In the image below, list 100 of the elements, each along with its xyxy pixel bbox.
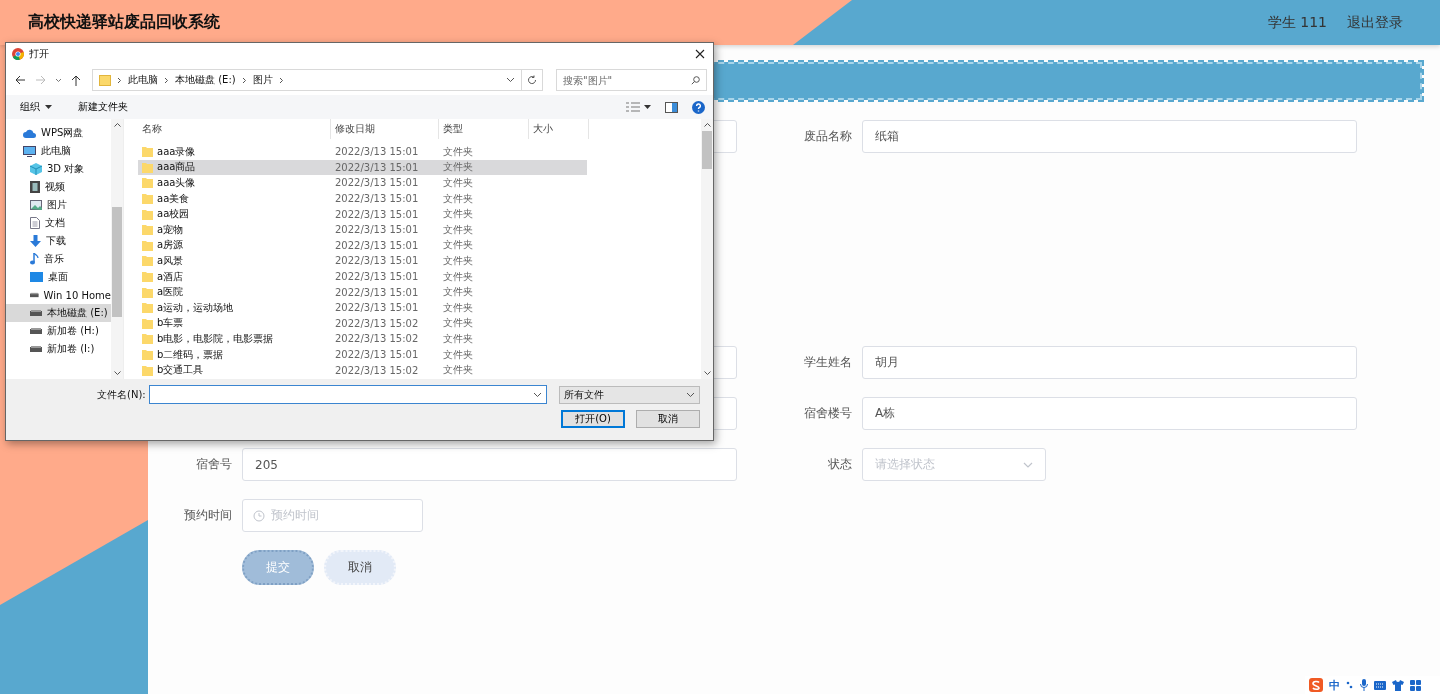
scrollbar-thumb[interactable]	[112, 207, 122, 317]
microphone-icon[interactable]	[1360, 679, 1368, 691]
file-date: 2022/3/13 15:01	[334, 146, 420, 158]
file-row[interactable]: b二维码，票据 2022/3/13 15:01 文件夹	[138, 346, 587, 363]
caret-down-icon[interactable]	[644, 105, 651, 109]
file-name-field[interactable]	[148, 385, 548, 404]
nav-item[interactable]: 新加卷 (I:)	[6, 340, 111, 358]
cube-icon	[30, 163, 42, 175]
scroll-up-icon[interactable]	[113, 123, 121, 127]
folder-icon	[142, 193, 153, 205]
new-folder-button[interactable]: 新建文件夹	[72, 100, 134, 114]
nav-item[interactable]: 本地磁盘 (E:)	[6, 304, 111, 322]
nav-item[interactable]: 下载	[6, 232, 111, 250]
folder-icon	[142, 286, 153, 298]
file-name: a酒店	[157, 269, 184, 284]
shirt-icon[interactable]	[1392, 679, 1404, 691]
folder-icon	[142, 349, 153, 360]
nav-item[interactable]: 新加卷 (H:)	[6, 322, 111, 340]
column-header[interactable]: 类型	[439, 119, 529, 139]
nav-item[interactable]: 桌面	[6, 268, 111, 286]
help-icon[interactable]	[692, 100, 705, 114]
punctuation-icon[interactable]	[1346, 680, 1354, 690]
file-row[interactable]: b交通工具 2022/3/13 15:02 文件夹	[138, 362, 587, 378]
search-field[interactable]: 搜索"图片"	[556, 69, 707, 91]
folder-icon	[142, 224, 153, 236]
file-row[interactable]: a宠物 2022/3/13 15:01 文件夹	[138, 221, 587, 238]
scrollbar-thumb[interactable]	[702, 131, 712, 169]
file-name: aaa录像	[157, 144, 196, 159]
up-arrow-icon[interactable]	[71, 74, 81, 86]
file-date: 2022/3/13 15:01	[334, 271, 420, 283]
open-button[interactable]: 打开(O)	[561, 410, 625, 428]
chevron-right-icon	[164, 76, 169, 84]
refresh-button[interactable]	[521, 69, 543, 91]
scrollbar[interactable]	[111, 119, 123, 379]
chevron-down-icon[interactable]	[533, 392, 543, 398]
file-row[interactable]: a酒店 2022/3/13 15:01 文件夹	[138, 268, 587, 285]
nav-item[interactable]: 视频	[6, 178, 111, 196]
scroll-up-icon[interactable]	[703, 123, 711, 127]
file-date: 2022/3/13 15:02	[334, 364, 420, 376]
column-header[interactable]: 大小	[529, 119, 589, 139]
organize-menu[interactable]: 组织	[14, 100, 58, 114]
cancel-button[interactable]: 取消	[636, 410, 700, 428]
file-type: 文件夹	[442, 269, 474, 284]
text-field[interactable]: A栋	[862, 397, 1357, 430]
file-row[interactable]: a风景 2022/3/13 15:01 文件夹	[138, 253, 587, 269]
file-row[interactable]: aaa头像 2022/3/13 15:01 文件夹	[138, 175, 587, 191]
nav-item[interactable]: Win 10 Home	[6, 286, 111, 304]
text-field[interactable]: 纸箱	[862, 120, 1357, 153]
nav-item[interactable]: 3D 对象	[6, 160, 111, 178]
chevron-down-icon[interactable]	[506, 77, 515, 83]
file-type-select[interactable]: 所有文件	[559, 385, 700, 404]
text-field[interactable]: 205	[242, 448, 737, 481]
file-row[interactable]: a运动，运动场地 2022/3/13 15:01 文件夹	[138, 299, 587, 316]
scroll-down-icon[interactable]	[703, 371, 711, 375]
file-row[interactable]: aa校园 2022/3/13 15:01 文件夹	[138, 206, 587, 222]
file-name: b车票	[157, 316, 184, 331]
file-type: 文件夹	[442, 331, 474, 346]
drive-icon	[30, 346, 42, 352]
nav-item[interactable]: 文档	[6, 214, 111, 232]
chevron-down-icon[interactable]	[55, 77, 62, 83]
scrollbar[interactable]	[701, 119, 713, 379]
nav-item[interactable]: 图片	[6, 196, 111, 214]
file-row[interactable]: aa美食 2022/3/13 15:01 文件夹	[138, 190, 587, 207]
file-row[interactable]: a医院 2022/3/13 15:01 文件夹	[138, 284, 587, 300]
file-type: 文件夹	[442, 176, 474, 190]
file-row[interactable]: aaa商品 2022/3/13 15:01 文件夹	[138, 159, 587, 176]
preview-pane-icon[interactable]	[665, 101, 678, 113]
column-header[interactable]: 修改日期	[331, 119, 439, 139]
file-date: 2022/3/13 15:01	[334, 349, 420, 360]
close-icon[interactable]	[695, 49, 705, 59]
file-name: aaa商品	[157, 160, 196, 175]
input-mode-indicator[interactable]: 中	[1329, 677, 1340, 693]
nav-item[interactable]: WPS网盘	[6, 124, 111, 142]
breadcrumb-item[interactable]: 此电脑	[128, 73, 158, 87]
file-row[interactable]: a房源 2022/3/13 15:01 文件夹	[138, 237, 587, 254]
column-header[interactable]: 名称	[138, 119, 331, 139]
nav-item[interactable]: 音乐	[6, 250, 111, 268]
address-bar[interactable]: 此电脑 本地磁盘 (E:) 图片	[92, 69, 522, 91]
user-link[interactable]: 学生 111	[1267, 13, 1327, 32]
back-arrow-icon[interactable]	[15, 75, 26, 85]
chevron-right-icon	[117, 76, 122, 84]
file-type: 文件夹	[442, 160, 474, 175]
document-icon	[30, 217, 40, 229]
file-row[interactable]: b电影，电影院，电影票据 2022/3/13 15:02 文件夹	[138, 331, 587, 347]
file-date: 2022/3/13 15:01	[334, 208, 420, 220]
logout-link[interactable]: 退出登录	[1347, 13, 1403, 32]
grid-icon[interactable]	[1410, 679, 1421, 691]
nav-item[interactable]: 此电脑	[6, 142, 111, 160]
file-type: 文件夹	[442, 191, 474, 206]
scroll-down-icon[interactable]	[113, 371, 121, 375]
file-row[interactable]: aaa录像 2022/3/13 15:01 文件夹	[138, 144, 587, 160]
clock-icon	[253, 509, 265, 522]
input-method-logo-icon[interactable]	[1309, 678, 1323, 692]
breadcrumb-item[interactable]: 图片	[252, 73, 273, 87]
cancel-button[interactable]: 取消	[324, 550, 396, 585]
keyboard-icon[interactable]	[1374, 680, 1386, 690]
breadcrumb-item[interactable]: 本地磁盘 (E:)	[175, 73, 236, 87]
folder-icon	[99, 74, 111, 86]
file-row[interactable]: b车票 2022/3/13 15:02 文件夹	[138, 315, 587, 332]
text-field[interactable]: 胡月	[862, 346, 1357, 379]
